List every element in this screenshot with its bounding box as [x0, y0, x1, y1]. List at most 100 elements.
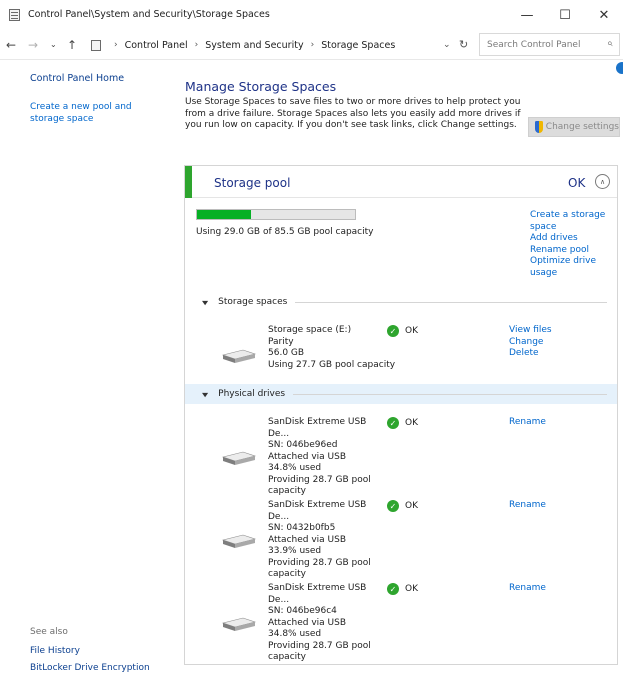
- control-panel-icon: [9, 9, 20, 21]
- refresh-icon[interactable]: ↻: [459, 38, 468, 51]
- up-arrow-icon[interactable]: ↑: [67, 38, 77, 52]
- drive-capacity: Providing 28.7 GB pool capacity: [268, 557, 371, 580]
- search-icon[interactable]: ⌕: [607, 38, 613, 49]
- storage-space-actions: View files Change Delete: [509, 325, 552, 360]
- pool-capacity-bar: [196, 209, 356, 220]
- section-divider: [293, 393, 607, 395]
- recent-dropdown-icon[interactable]: ⌄: [50, 40, 57, 49]
- uac-shield-icon: [535, 121, 543, 133]
- search-box[interactable]: ⌕: [479, 33, 620, 56]
- drive-serial: SN: 046be96c4: [268, 606, 337, 616]
- breadcrumb-storage-spaces[interactable]: Storage Spaces: [321, 40, 395, 51]
- pool-status-bar: [185, 166, 192, 198]
- status-text: OK: [405, 418, 418, 428]
- drive-icon: [221, 617, 257, 631]
- rename-pool-link[interactable]: Rename pool: [530, 245, 616, 257]
- storage-spaces-title: Storage spaces: [218, 297, 288, 307]
- intro-text: Use Storage Spaces to save files to two …: [185, 97, 521, 130]
- page-title: Manage Storage Spaces: [185, 79, 337, 94]
- drive-3-status: ✓ OK: [387, 583, 418, 595]
- ok-check-icon: ✓: [387, 325, 399, 337]
- drive-serial: SN: 046be96ed: [268, 440, 338, 450]
- drive-1-status: ✓ OK: [387, 417, 418, 429]
- breadcrumb-system-security[interactable]: System and Security: [205, 40, 303, 51]
- bitlocker-link[interactable]: BitLocker Drive Encryption: [30, 663, 150, 673]
- storage-space-size: 56.0 GB: [268, 348, 305, 358]
- drive-connection: Attached via USB: [268, 617, 347, 628]
- ok-check-icon: ✓: [387, 583, 399, 595]
- drive-connection: Attached via USB: [268, 534, 347, 545]
- drive-2-actions: Rename: [509, 500, 546, 512]
- help-icon[interactable]: [616, 62, 623, 74]
- title-bar: Control Panel\System and Security\Storag…: [0, 0, 623, 30]
- chevron-down-icon: ▼: [202, 390, 209, 398]
- chevron-down-icon: ▼: [202, 298, 209, 306]
- storage-space-details: Storage space (E:) Parity 56.0 GB Using …: [268, 325, 396, 371]
- folder-icon: [91, 39, 101, 51]
- drive-serial: SN: 0432b0fb5: [268, 523, 336, 533]
- search-input[interactable]: [487, 39, 597, 50]
- pool-capacity-fill: [197, 210, 251, 219]
- status-text: OK: [405, 326, 418, 336]
- rename-drive-link[interactable]: Rename: [509, 500, 546, 512]
- rename-drive-link[interactable]: Rename: [509, 417, 546, 429]
- breadcrumb-control-panel[interactable]: Control Panel: [125, 40, 188, 51]
- collapse-icon[interactable]: ∧: [595, 174, 610, 189]
- window-title: Control Panel\System and Security\Storag…: [28, 9, 270, 20]
- change-settings-button[interactable]: Change settings: [528, 117, 620, 137]
- drive-usage: 34.8% used: [268, 629, 322, 639]
- drive-connection: Attached via USB: [268, 451, 347, 462]
- maximize-button[interactable]: ☐: [546, 0, 584, 30]
- drive-name: SanDisk Extreme USB De...: [268, 583, 367, 605]
- add-drives-link[interactable]: Add drives: [530, 233, 616, 245]
- drive-icon: [221, 451, 257, 465]
- breadcrumb[interactable]: › Control Panel › System and Security › …: [87, 34, 477, 56]
- address-dropdown-icon[interactable]: ⌄: [443, 40, 451, 50]
- storage-space-usage: Using 27.7 GB pool capacity: [268, 359, 396, 370]
- breadcrumb-separator-icon: ›: [194, 40, 199, 50]
- drive-3-details: SanDisk Extreme USB De... SN: 046be96c4 …: [268, 583, 386, 664]
- pool-title: Storage pool: [214, 176, 291, 190]
- drive-1-details: SanDisk Extreme USB De... SN: 046be96ed …: [268, 417, 386, 498]
- change-link[interactable]: Change: [509, 337, 552, 349]
- storage-space-name: Storage space (E:): [268, 325, 352, 335]
- ok-check-icon: ✓: [387, 500, 399, 512]
- drive-2-details: SanDisk Extreme USB De... SN: 0432b0fb5 …: [268, 500, 386, 581]
- file-history-link[interactable]: File History: [30, 646, 80, 656]
- status-text: OK: [405, 584, 418, 594]
- drive-name: SanDisk Extreme USB De...: [268, 417, 367, 439]
- create-pool-link[interactable]: Create a new pool and storage space: [30, 101, 165, 125]
- close-button[interactable]: ✕: [585, 0, 623, 30]
- drive-1-actions: Rename: [509, 417, 546, 429]
- storage-space-resiliency: Parity: [268, 336, 294, 347]
- create-storage-space-link[interactable]: Create a storage space: [530, 210, 616, 233]
- rename-drive-link[interactable]: Rename: [509, 583, 546, 595]
- physical-drives-title: Physical drives: [218, 389, 286, 399]
- delete-link[interactable]: Delete: [509, 348, 552, 360]
- pool-capacity-text: Using 29.0 GB of 85.5 GB pool capacity: [196, 227, 374, 237]
- breadcrumb-separator-icon: ›: [114, 40, 118, 50]
- back-arrow-icon[interactable]: ←: [6, 38, 16, 52]
- drive-icon: [221, 349, 257, 363]
- pool-header[interactable]: Storage pool OK ∧: [185, 166, 617, 198]
- pool-status: OK: [568, 176, 586, 190]
- view-files-link[interactable]: View files: [509, 325, 552, 337]
- physical-drives-section-header[interactable]: ▼ Physical drives: [185, 384, 617, 404]
- storage-pool-panel: Storage pool OK ∧ Using 29.0 GB of 85.5 …: [184, 165, 618, 665]
- ok-check-icon: ✓: [387, 417, 399, 429]
- drive-name: SanDisk Extreme USB De...: [268, 500, 367, 522]
- drive-2-status: ✓ OK: [387, 500, 418, 512]
- breadcrumb-separator-icon: ›: [310, 40, 315, 50]
- forward-arrow-icon[interactable]: →: [28, 38, 38, 52]
- storage-spaces-section-header[interactable]: ▼ Storage spaces: [185, 292, 617, 312]
- left-pane: Control Panel Home Create a new pool and…: [0, 61, 170, 683]
- pool-tasks: Create a storage space Add drives Rename…: [530, 210, 616, 279]
- minimize-button[interactable]: —: [508, 0, 546, 30]
- drive-usage: 33.9% used: [268, 546, 322, 556]
- drive-usage: 34.8% used: [268, 463, 322, 473]
- drive-icon: [221, 534, 257, 548]
- optimize-drive-usage-link[interactable]: Optimize drive usage: [530, 256, 616, 279]
- see-also-label: See also: [30, 627, 68, 637]
- control-panel-home-link[interactable]: Control Panel Home: [30, 73, 124, 84]
- drive-3-actions: Rename: [509, 583, 546, 595]
